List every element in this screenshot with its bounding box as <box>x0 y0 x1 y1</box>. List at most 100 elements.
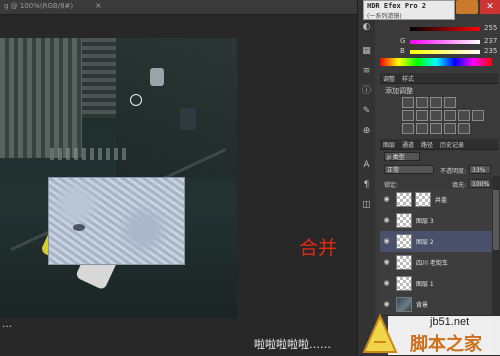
brush-icon[interactable]: ✎ <box>361 106 372 117</box>
tab-styles[interactable]: 样式 <box>402 74 414 83</box>
close-icon[interactable]: × <box>95 1 102 10</box>
layer-mask-thumbnail[interactable] <box>415 192 431 207</box>
brush-cursor-icon <box>130 94 142 106</box>
fill-input[interactable]: 100% <box>469 179 491 188</box>
color-icon[interactable]: ◐ <box>361 22 372 33</box>
levels-icon[interactable] <box>416 97 428 108</box>
tab-history[interactable]: 历史记录 <box>440 140 464 149</box>
plugin-window[interactable]: HDR Efex Pro 2 (一系列滤镜) <box>363 0 455 20</box>
eye-icon[interactable]: ◉ <box>382 237 391 245</box>
adjustments-tabbar: 调整 样式 <box>380 73 498 84</box>
layer-thumbnail <box>396 255 412 270</box>
eye-icon[interactable]: ◉ <box>382 258 391 266</box>
eye-icon[interactable]: ◉ <box>382 279 391 287</box>
watermark-name: 脚本之家 <box>410 334 482 355</box>
layer-row[interactable]: ◉ 井盖 <box>380 189 492 211</box>
vibrance-icon[interactable] <box>402 110 414 121</box>
eye-icon[interactable]: ◉ <box>382 195 391 203</box>
annotation-text: 合并 <box>299 237 338 259</box>
history-icon[interactable]: ≡ <box>361 66 372 77</box>
gradient-map-icon[interactable] <box>444 123 456 134</box>
building-facade <box>0 38 82 158</box>
layer-name: 四川 老街车 <box>416 260 448 267</box>
slider-value: 235 <box>484 47 498 55</box>
tab-layers[interactable]: 图层 <box>383 140 395 149</box>
layer-name: 图层 1 <box>416 281 434 288</box>
color-balance-icon[interactable] <box>430 110 442 121</box>
eye-icon[interactable]: ◉ <box>382 216 391 224</box>
slider-track[interactable] <box>410 50 480 54</box>
layer-thumbnail <box>396 192 412 207</box>
layer-name: 图层 3 <box>416 218 434 225</box>
layer-thumbnail <box>396 297 412 312</box>
curves-icon[interactable] <box>430 97 442 108</box>
paragraph-icon[interactable]: ¶ <box>361 180 372 191</box>
crosswalk <box>50 148 130 160</box>
document-tab[interactable]: g @ 100%(RGB/8#) × <box>0 0 357 15</box>
plugin-title: HDR Efex Pro 2 <box>367 2 427 10</box>
layer-name: 背景 <box>416 302 429 309</box>
image-canvas[interactable] <box>0 38 237 318</box>
document-tab-title: g @ 100%(RGB/8#) <box>4 2 74 10</box>
tab-adjustments[interactable]: 调整 <box>383 74 395 83</box>
slider-track[interactable] <box>410 27 480 31</box>
slider-track[interactable] <box>410 40 480 44</box>
lock-label: 锁定: <box>384 182 399 189</box>
layer-filter-select[interactable]: ρ 类型 <box>384 152 420 161</box>
scrollbar-thumb[interactable] <box>493 190 499 250</box>
opacity-label: 不透明度: <box>440 168 467 175</box>
eye-icon[interactable]: ◉ <box>382 300 391 308</box>
selective-color-icon[interactable] <box>458 123 470 134</box>
clone-icon[interactable]: ⊕ <box>361 126 372 137</box>
swatches-icon[interactable]: ▦ <box>361 46 372 57</box>
car <box>180 108 196 130</box>
posterize-icon[interactable] <box>416 123 428 134</box>
black-white-icon[interactable] <box>444 110 456 121</box>
blend-mode-select[interactable]: 正常 <box>384 165 434 174</box>
slider-label: G <box>400 37 406 45</box>
layer-name: 井盖 <box>435 197 448 204</box>
manhole-cover <box>73 224 85 231</box>
close-icon[interactable]: ✕ <box>480 0 500 14</box>
opacity-input[interactable]: 33% <box>469 165 491 174</box>
watermark-url: jb51.net <box>430 316 470 328</box>
slider-value: 255 <box>484 24 498 32</box>
street-area <box>116 38 237 178</box>
texture-layer[interactable] <box>48 177 185 265</box>
invert-icon[interactable] <box>402 123 414 134</box>
color-spectrum[interactable] <box>380 58 492 66</box>
exposure-icon[interactable] <box>444 97 456 108</box>
left-ellipsis: … <box>2 319 12 330</box>
info-icon[interactable]: ⓘ <box>361 86 372 97</box>
photo-filter-icon[interactable] <box>458 110 470 121</box>
layer-thumbnail <box>396 213 412 228</box>
slider-red[interactable]: 255 <box>400 24 500 34</box>
adjustments-title: 添加调整 <box>385 87 413 95</box>
layer-thumbnail <box>396 276 412 291</box>
tab-channels[interactable]: 通道 <box>402 140 414 149</box>
hue-saturation-icon[interactable] <box>416 110 428 121</box>
slider-green[interactable]: G 237 <box>400 37 500 47</box>
plugin-subtitle: (一系列滤镜) <box>367 13 402 20</box>
slider-label: B <box>400 47 405 55</box>
fill-label: 填充: <box>452 182 467 189</box>
channel-mixer-icon[interactable] <box>472 110 484 121</box>
watermark-logo-icon <box>362 313 398 353</box>
car <box>150 68 164 86</box>
layer-thumbnail <box>396 234 412 249</box>
tab-paths[interactable]: 路径 <box>421 140 433 149</box>
threshold-icon[interactable] <box>430 123 442 134</box>
layer-row-selected[interactable]: ◉ 图层 2 <box>380 231 492 253</box>
layer-row[interactable]: ◉ 图层 3 <box>380 210 492 232</box>
layers-tabbar: 图层 通道 路径 历史记录 <box>380 139 498 150</box>
caption-text: 啦啦啦啦啦…… <box>254 338 331 351</box>
building-facade <box>82 38 116 118</box>
layer-name: 图层 2 <box>416 239 434 246</box>
layer-row[interactable]: ◉ 图层 1 <box>380 273 492 295</box>
layer-comps-icon[interactable]: ◫ <box>361 200 372 211</box>
slider-blue[interactable]: B 235 <box>400 47 500 57</box>
character-icon[interactable]: A <box>361 160 372 171</box>
panel-tool-strip: ◐ ▦ ≡ ⓘ ✎ ⊕ A ¶ ◫ <box>357 0 376 355</box>
layer-row[interactable]: ◉ 四川 老街车 <box>380 252 492 274</box>
brightness-icon[interactable] <box>402 97 414 108</box>
